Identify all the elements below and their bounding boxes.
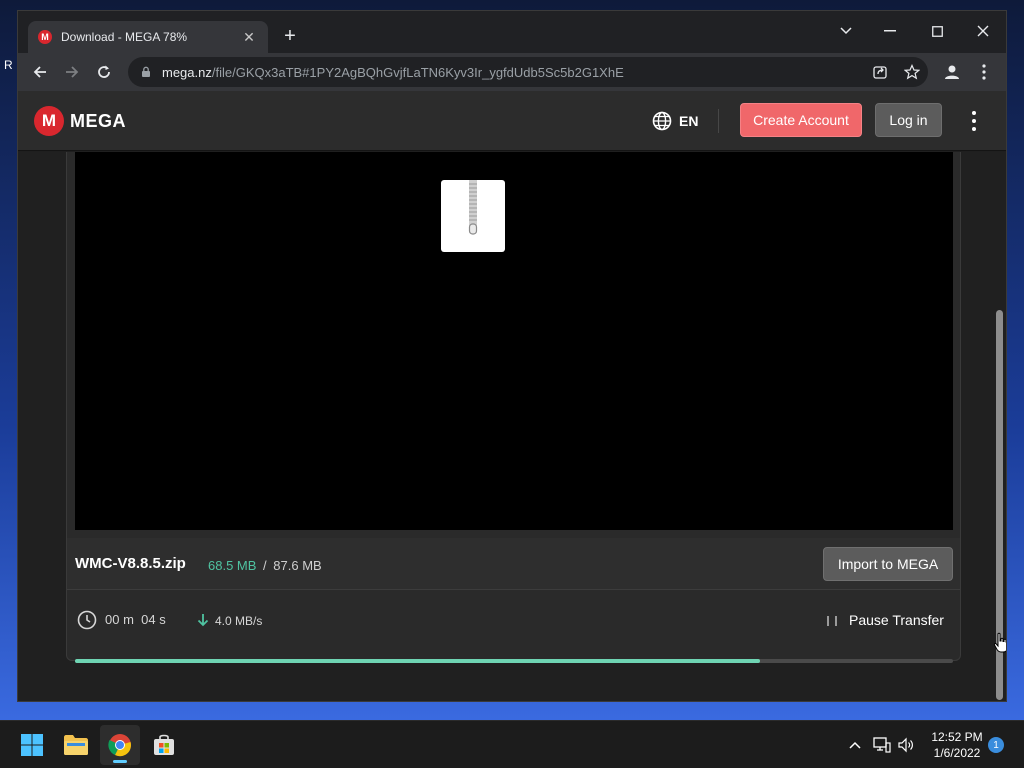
pause-icon[interactable] bbox=[827, 616, 837, 626]
tab-mega-download[interactable]: M Download - MEGA 78% ✕ bbox=[28, 21, 268, 53]
page-scrollbar[interactable] bbox=[994, 152, 1006, 701]
store-icon bbox=[154, 734, 174, 755]
lock-icon bbox=[142, 66, 150, 77]
file-info-row: WMC-V8.8.5.zip 68.5 MB / 87.6 MB Import … bbox=[67, 538, 960, 590]
start-button[interactable] bbox=[12, 725, 52, 765]
mega-favicon-icon: M bbox=[38, 30, 52, 44]
hand-cursor-icon bbox=[993, 632, 1006, 653]
store-button[interactable] bbox=[144, 725, 184, 765]
login-button[interactable]: Log in bbox=[875, 103, 942, 137]
mega-logo[interactable]: M MEGA bbox=[34, 106, 126, 136]
address-bar[interactable]: mega.nz /file/GKQx3aTB#1PY2AgBQhGvjfLaTN… bbox=[128, 57, 928, 87]
file-name: WMC-V8.8.5.zip bbox=[75, 555, 186, 572]
mega-header: M MEGA EN Create Account Log in bbox=[18, 91, 1006, 151]
tab-title: Download - MEGA 78% bbox=[61, 30, 188, 44]
language-selector[interactable]: EN bbox=[652, 111, 698, 131]
windows-logo-icon bbox=[21, 734, 43, 756]
taskbar: 12:52 PM 1/6/2022 1 bbox=[0, 720, 1024, 768]
globe-icon bbox=[652, 111, 672, 131]
create-account-button[interactable]: Create Account bbox=[740, 103, 862, 137]
download-card: WMC-V8.8.5.zip 68.5 MB / 87.6 MB Import … bbox=[66, 152, 961, 663]
folder-icon bbox=[64, 735, 88, 755]
forward-arrow-icon[interactable] bbox=[60, 60, 84, 84]
browser-window: M Download - MEGA 78% ✕ + mega.nz /file/… bbox=[17, 10, 1007, 702]
browser-toolbar: mega.nz /file/GKQx3aTB#1PY2AgBQhGvjfLaTN… bbox=[18, 53, 1006, 91]
reload-icon[interactable] bbox=[92, 60, 116, 84]
taskbar-date: 1/6/2022 bbox=[933, 746, 981, 760]
download-progress-bar bbox=[75, 659, 953, 663]
language-label: EN bbox=[679, 113, 699, 129]
tab-search-chevron-icon[interactable] bbox=[826, 17, 866, 45]
tab-strip: M Download - MEGA 78% ✕ + bbox=[18, 11, 1006, 53]
clock-icon bbox=[77, 610, 97, 630]
back-arrow-icon[interactable] bbox=[28, 60, 52, 84]
network-icon[interactable] bbox=[872, 735, 892, 755]
header-divider bbox=[718, 109, 719, 133]
minimize-button[interactable] bbox=[870, 17, 910, 45]
mega-menu-icon[interactable] bbox=[968, 111, 980, 131]
mega-logo-icon: M bbox=[34, 106, 64, 136]
new-tab-button[interactable]: + bbox=[278, 25, 302, 47]
chrome-icon bbox=[108, 734, 131, 757]
url-path: /file/GKQx3aTB#1PY2AgBQhGvjfLaTN6Kyv3Ir_… bbox=[211, 64, 624, 80]
total-size: 87.6 MB bbox=[273, 558, 322, 573]
downloaded-size: 68.5 MB bbox=[208, 558, 257, 573]
tab-close-icon[interactable]: ✕ bbox=[240, 29, 258, 46]
time-remaining: 00 m 04 s bbox=[105, 612, 166, 627]
taskbar-clock[interactable]: 12:52 PM 1/6/2022 bbox=[925, 729, 989, 761]
volume-icon[interactable] bbox=[896, 735, 916, 755]
download-arrow-icon bbox=[197, 614, 209, 627]
browser-menu-icon[interactable] bbox=[972, 60, 996, 84]
show-hidden-icons-chevron-icon[interactable] bbox=[845, 735, 865, 755]
download-progress-fill bbox=[75, 659, 760, 663]
chrome-taskbar-button[interactable] bbox=[100, 725, 140, 765]
share-icon[interactable] bbox=[872, 64, 888, 80]
zip-file-icon bbox=[441, 180, 505, 252]
file-explorer-button[interactable] bbox=[56, 725, 96, 765]
page-content: WMC-V8.8.5.zip 68.5 MB / 87.6 MB Import … bbox=[18, 152, 1006, 701]
maximize-button[interactable] bbox=[917, 17, 957, 45]
file-size: 68.5 MB / 87.6 MB bbox=[208, 558, 322, 573]
transfer-speed: 4.0 MB/s bbox=[215, 614, 263, 628]
pause-transfer-button[interactable]: Pause Transfer bbox=[849, 612, 944, 628]
taskbar-time: 12:52 PM bbox=[931, 730, 983, 744]
size-separator: / bbox=[263, 558, 267, 573]
transfer-status-row: 00 m 04 s 4.0 MB/s Pause Transfer bbox=[67, 590, 960, 650]
active-app-indicator bbox=[113, 760, 127, 763]
url-host: mega.nz bbox=[162, 64, 212, 80]
mega-logo-text: MEGA bbox=[70, 110, 126, 131]
file-preview bbox=[75, 152, 953, 530]
close-window-button[interactable] bbox=[963, 17, 1003, 45]
import-to-mega-button[interactable]: Import to MEGA bbox=[823, 547, 953, 581]
bookmark-star-icon[interactable] bbox=[904, 64, 920, 80]
desktop-icon-label[interactable]: R bbox=[4, 58, 13, 72]
notification-badge[interactable]: 1 bbox=[988, 737, 1004, 753]
profile-icon[interactable] bbox=[940, 60, 964, 84]
